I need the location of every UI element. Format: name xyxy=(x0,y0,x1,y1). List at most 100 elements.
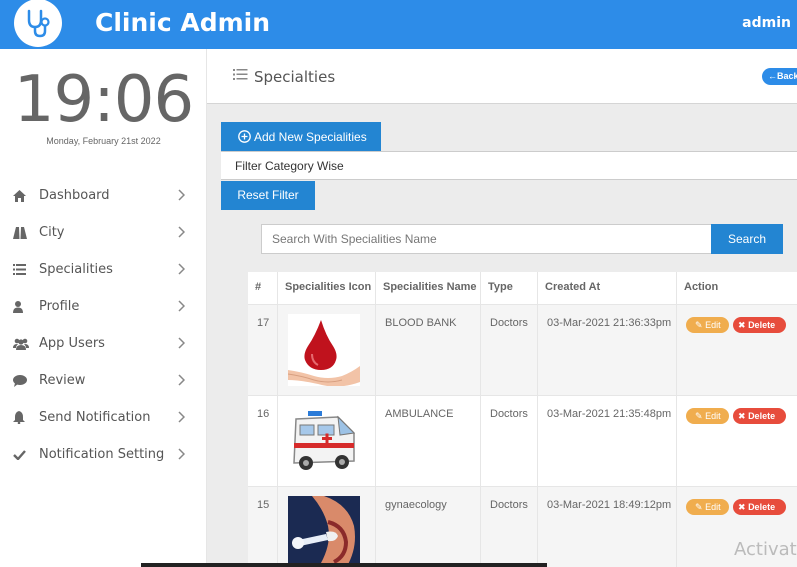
sidebar-item-label: Review xyxy=(39,373,86,388)
edit-button-label: Edit xyxy=(705,411,721,421)
row-name: AMBULANCE xyxy=(376,396,481,487)
edit-button-label: Edit xyxy=(705,320,721,330)
delete-button-label: Delete xyxy=(748,502,776,512)
page-title: Specialties xyxy=(254,68,336,86)
sidebar-item-dashboard[interactable]: Dashboard xyxy=(0,177,207,214)
chevron-right-icon xyxy=(178,300,185,312)
row-created-at: 03-Mar-2021 21:36:33pm xyxy=(538,305,677,396)
table-row: 15 gynaecology Doctors 03-Mar-2021 18:49… xyxy=(248,487,797,567)
specialities-table: # Specialities Icon Specialities Name Ty… xyxy=(248,272,797,567)
sidebar-item-label: App Users xyxy=(39,336,105,351)
column-header: Specialities Name xyxy=(376,272,481,305)
search-button[interactable]: Search xyxy=(711,224,783,254)
row-id: 16 xyxy=(248,396,278,487)
back-button-label: Back xyxy=(777,71,797,81)
sidebar-item-notification-setting[interactable]: Notification Setting xyxy=(0,436,207,473)
delete-button[interactable]: ✖ Delete xyxy=(733,408,786,424)
bell-icon xyxy=(13,411,33,425)
sidebar-item-city[interactable]: City xyxy=(0,214,207,251)
app-logo[interactable] xyxy=(14,0,62,47)
taskbar-edge xyxy=(141,563,547,567)
column-header: # xyxy=(248,272,278,305)
row-type: Doctors xyxy=(481,396,538,487)
activation-watermark: Activate xyxy=(734,539,797,560)
list-icon xyxy=(233,69,248,80)
home-icon xyxy=(13,189,33,203)
user-icon xyxy=(13,300,33,314)
add-button-label: Add New Specialities xyxy=(254,129,367,144)
row-type: Doctors xyxy=(481,305,538,396)
reset-filter-button[interactable]: Reset Filter xyxy=(221,181,315,210)
check-icon xyxy=(13,448,33,462)
delete-button-label: Delete xyxy=(748,320,776,330)
road-icon xyxy=(13,226,33,240)
column-header: Action xyxy=(677,272,797,305)
row-type: Doctors xyxy=(481,487,538,567)
blood-drop-image xyxy=(288,314,360,386)
sidebar-item-app-users[interactable]: App Users xyxy=(0,325,207,362)
chevron-right-icon xyxy=(178,374,185,386)
edit-button[interactable]: ✎ Edit xyxy=(686,499,729,515)
chevron-right-icon xyxy=(178,448,185,460)
close-icon: ✖ xyxy=(738,411,746,421)
main-content: Specialties ←Back Add New Specialities F… xyxy=(207,49,797,567)
filter-category-toggle[interactable]: Filter Category Wise xyxy=(221,151,797,180)
plus-circle-icon xyxy=(238,130,251,143)
row-name: BLOOD BANK xyxy=(376,305,481,396)
row-id: 17 xyxy=(248,305,278,396)
pencil-icon: ✎ xyxy=(695,411,703,421)
clock-time: 19:06 xyxy=(13,63,194,137)
back-button[interactable]: ←Back xyxy=(762,68,797,85)
close-icon: ✖ xyxy=(738,502,746,512)
sidebar-item-label: Send Notification xyxy=(39,410,151,425)
specialities-icon-cell xyxy=(278,487,376,567)
chevron-right-icon xyxy=(178,337,185,349)
specialities-icon-cell xyxy=(278,305,376,396)
chevron-right-icon xyxy=(178,226,185,238)
delete-button[interactable]: ✖ Delete xyxy=(733,317,786,333)
specialities-icon-cell xyxy=(278,396,376,487)
column-header: Type xyxy=(481,272,538,305)
gynaecology-image xyxy=(288,496,360,567)
row-actions: ✎ Edit ✖ Delete xyxy=(677,305,797,396)
sidebar-item-profile[interactable]: Profile xyxy=(0,288,207,325)
sidebar-item-review[interactable]: Review xyxy=(0,362,207,399)
row-created-at: 03-Mar-2021 18:49:12pm xyxy=(538,487,677,567)
chevron-right-icon xyxy=(178,411,185,423)
top-bar: Clinic Admin admin xyxy=(0,0,797,49)
list-icon xyxy=(13,263,33,277)
sidebar-item-label: Profile xyxy=(39,299,80,314)
edit-button[interactable]: ✎ Edit xyxy=(686,408,729,424)
chevron-right-icon xyxy=(178,189,185,201)
row-actions: ✎ Edit ✖ Delete xyxy=(677,396,797,487)
edit-button[interactable]: ✎ Edit xyxy=(686,317,729,333)
sidebar-item-label: Dashboard xyxy=(39,188,110,203)
clock-date: Monday, February 21st 2022 xyxy=(46,136,161,146)
sidebar-item-label: Specialities xyxy=(39,262,113,277)
arrow-left-icon: ← xyxy=(768,71,777,81)
sidebar-item-label: City xyxy=(39,225,65,240)
row-id: 15 xyxy=(248,487,278,567)
sidebar-item-specialities[interactable]: Specialities xyxy=(0,251,207,288)
users-icon xyxy=(13,337,33,351)
delete-button-label: Delete xyxy=(748,411,776,421)
comment-icon xyxy=(13,374,33,388)
column-header: Created At xyxy=(538,272,677,305)
add-new-specialities-button[interactable]: Add New Specialities xyxy=(221,122,381,151)
chevron-right-icon xyxy=(178,263,185,275)
stethoscope-icon xyxy=(27,9,50,38)
delete-button[interactable]: ✖ Delete xyxy=(733,499,786,515)
pencil-icon: ✎ xyxy=(695,320,703,330)
edit-button-label: Edit xyxy=(705,502,721,512)
column-header: Specialities Icon xyxy=(278,272,376,305)
sidebar: 19:06 Monday, February 21st 2022 Dashboa… xyxy=(0,49,207,567)
sidebar-item-send-notification[interactable]: Send Notification xyxy=(0,399,207,436)
row-name: gynaecology xyxy=(376,487,481,567)
search-input[interactable]: Search With Specialities Name xyxy=(261,224,712,254)
pencil-icon: ✎ xyxy=(695,502,703,512)
app-title: Clinic Admin xyxy=(95,8,271,37)
table-row: 16 AMBULANCE Doctors 03-Mar-2021 21:35:4… xyxy=(248,396,797,487)
user-menu[interactable]: admin xyxy=(742,15,791,31)
page-header: Specialties ←Back xyxy=(207,49,797,104)
sidebar-item-label: Notification Setting xyxy=(39,447,165,462)
